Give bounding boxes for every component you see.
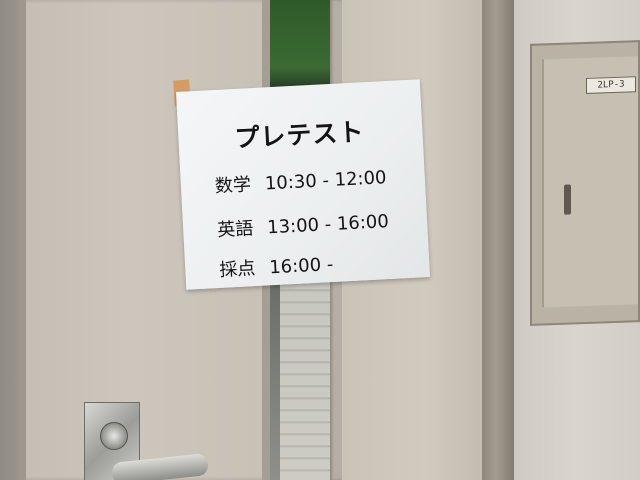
schedule-row: 採点 16:00 - xyxy=(219,250,334,282)
posted-sign: プレテスト 数学 10:30 - 12:00 英語 13:00 - 16:00 採点… xyxy=(176,79,431,290)
schedule-time: 10:30 - 12:00 xyxy=(264,167,388,195)
schedule-subject: 数学 xyxy=(214,174,252,198)
schedule-time: 13:00 - 16:00 xyxy=(266,211,390,239)
panel-label: 2LP-3 xyxy=(586,76,636,94)
key-cylinder-icon xyxy=(100,422,128,450)
schedule-subject: 採点 xyxy=(218,258,256,281)
door-edge xyxy=(20,0,26,480)
electrical-panel: 2LP-3 xyxy=(530,40,640,326)
electrical-panel-door: 2LP-3 xyxy=(542,56,638,308)
schedule-row: 数学 10:30 - 12:00 xyxy=(214,163,387,198)
sign-title: プレテスト xyxy=(233,117,366,153)
papers-behind-glass xyxy=(280,268,335,480)
schedule-subject: 英語 xyxy=(216,218,254,242)
schedule-row: 英語 13:00 - 16:00 xyxy=(217,207,390,242)
panel-latch xyxy=(564,184,571,215)
schedule-time: 16:00 - xyxy=(268,254,334,279)
photo-scene: 2LP-3 プレテスト 数学 10:30 - 12:00 英語 13:00 - 16… xyxy=(0,0,640,480)
door-jamb xyxy=(482,0,516,480)
